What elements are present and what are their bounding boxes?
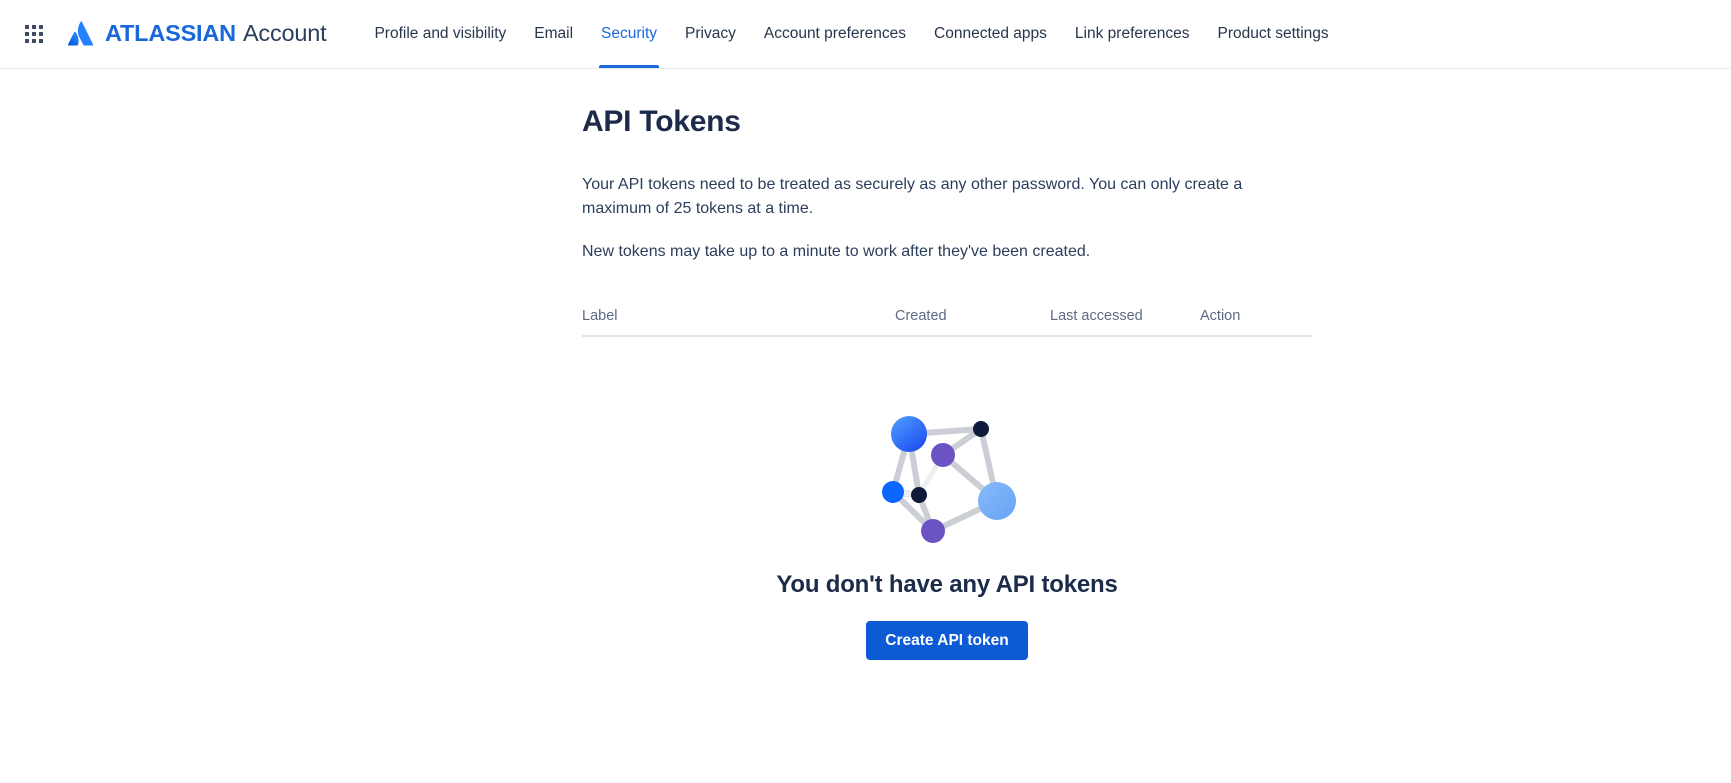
grid-apps-icon bbox=[25, 25, 43, 43]
brand-home-link[interactable]: ATLASSIAN Account bbox=[66, 19, 327, 49]
nav-item-profile-and-visibility[interactable]: Profile and visibility bbox=[360, 0, 520, 68]
atlassian-logo-icon bbox=[67, 21, 94, 46]
primary-nav: Profile and visibility Email Security Pr… bbox=[360, 0, 1342, 68]
table-header-row: Label Created Last accessed Action bbox=[582, 308, 1312, 337]
brand-name-atlassian: ATLASSIAN bbox=[105, 20, 236, 47]
network-nodes-illustration bbox=[882, 415, 1016, 543]
content-column: API Tokens Your API tokens need to be tr… bbox=[582, 105, 1312, 660]
nav-item-privacy[interactable]: Privacy bbox=[671, 0, 750, 68]
page-title: API Tokens bbox=[582, 105, 741, 138]
top-header: ATLASSIAN Account Profile and visibility … bbox=[0, 0, 1731, 69]
app-switcher-button[interactable] bbox=[14, 14, 54, 54]
column-header-action: Action bbox=[1200, 307, 1241, 324]
description-paragraph-2: New tokens may take up to a minute to wo… bbox=[582, 242, 1091, 260]
column-header-label: Label bbox=[582, 307, 618, 324]
empty-state-title: You don't have any API tokens bbox=[776, 570, 1118, 598]
nav-item-connected-apps[interactable]: Connected apps bbox=[920, 0, 1061, 68]
description-paragraph-1: Your API tokens need to be treated as se… bbox=[582, 176, 1243, 218]
api-tokens-table: Label Created Last accessed Action bbox=[582, 308, 1312, 337]
column-header-last-accessed: Last accessed bbox=[1050, 307, 1143, 324]
column-header-created: Created bbox=[895, 307, 947, 324]
empty-state: You don't have any API tokens Create API… bbox=[582, 415, 1312, 660]
nav-item-account-preferences[interactable]: Account preferences bbox=[750, 0, 920, 68]
brand-title: ATLASSIAN Account bbox=[105, 20, 327, 47]
nav-item-product-settings[interactable]: Product settings bbox=[1204, 0, 1343, 68]
nav-item-link-preferences[interactable]: Link preferences bbox=[1061, 0, 1204, 68]
nav-item-security[interactable]: Security bbox=[587, 0, 671, 68]
brand-name-account: Account bbox=[242, 20, 327, 47]
nav-item-email[interactable]: Email bbox=[520, 0, 587, 68]
create-api-token-button[interactable]: Create API token bbox=[866, 620, 1028, 660]
main-content: API Tokens Your API tokens need to be tr… bbox=[0, 69, 1731, 660]
